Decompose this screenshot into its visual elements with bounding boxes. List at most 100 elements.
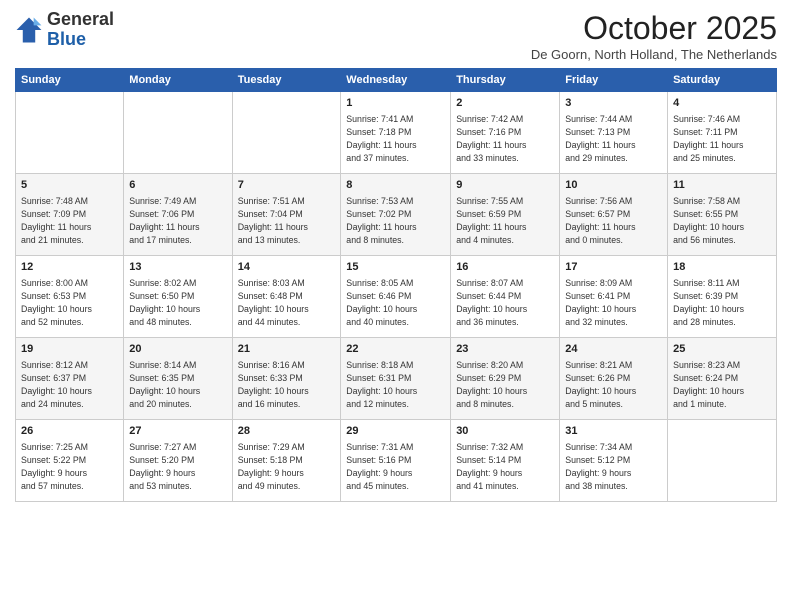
day-info: Sunrise: 7:32 AM Sunset: 5:14 PM Dayligh… xyxy=(456,441,554,492)
day-info: Sunrise: 7:44 AM Sunset: 7:13 PM Dayligh… xyxy=(565,113,662,164)
calendar-cell: 31 Sunrise: 7:34 AM Sunset: 5:12 PM Dayli… xyxy=(560,420,668,502)
day-info: Sunrise: 7:51 AM Sunset: 7:04 PM Dayligh… xyxy=(238,195,336,246)
calendar-cell: 27 Sunrise: 7:27 AM Sunset: 5:20 PM Dayli… xyxy=(124,420,232,502)
column-header-saturday: Saturday xyxy=(668,69,777,92)
calendar-cell: 26Sunrise: 7:25 AM Sunset: 5:22 PM Dayli… xyxy=(16,420,124,502)
calendar-cell: 15 Sunrise: 8:05 AM Sunset: 6:46 PM Dayli… xyxy=(341,256,451,338)
day-info: Sunrise: 7:46 AM Sunset: 7:11 PM Dayligh… xyxy=(673,113,771,164)
logo-icon xyxy=(15,16,43,44)
calendar-cell: 24 Sunrise: 8:21 AM Sunset: 6:26 PM Dayli… xyxy=(560,338,668,420)
calendar-cell xyxy=(668,420,777,502)
day-info: Sunrise: 8:02 AM Sunset: 6:50 PM Dayligh… xyxy=(129,277,226,328)
day-number: 20 xyxy=(129,342,226,357)
calendar-cell: 11 Sunrise: 7:58 AM Sunset: 6:55 PM Dayli… xyxy=(668,174,777,256)
calendar-cell: 18Sunrise: 8:11 AM Sunset: 6:39 PM Dayli… xyxy=(668,256,777,338)
day-number: 15 xyxy=(346,260,445,275)
day-number: 30 xyxy=(456,424,554,439)
calendar-cell: 6 Sunrise: 7:49 AM Sunset: 7:06 PM Daylig… xyxy=(124,174,232,256)
day-number: 17 xyxy=(565,260,662,275)
day-info: Sunrise: 7:29 AM Sunset: 5:18 PM Dayligh… xyxy=(238,441,336,492)
calendar-week-4: 19 Sunrise: 8:12 AM Sunset: 6:37 PM Dayli… xyxy=(16,338,777,420)
day-number: 14 xyxy=(238,260,336,275)
logo-text: General Blue xyxy=(47,10,114,50)
calendar-cell: 28Sunrise: 7:29 AM Sunset: 5:18 PM Dayli… xyxy=(232,420,341,502)
day-info: Sunrise: 7:49 AM Sunset: 7:06 PM Dayligh… xyxy=(129,195,226,246)
day-number: 12 xyxy=(21,260,118,275)
calendar-cell: 13Sunrise: 8:02 AM Sunset: 6:50 PM Dayli… xyxy=(124,256,232,338)
calendar-cell xyxy=(124,92,232,174)
title-block: October 2025 De Goorn, North Holland, Th… xyxy=(531,10,777,62)
day-info: Sunrise: 8:14 AM Sunset: 6:35 PM Dayligh… xyxy=(129,359,226,410)
month-title: October 2025 xyxy=(531,10,777,47)
day-info: Sunrise: 7:56 AM Sunset: 6:57 PM Dayligh… xyxy=(565,195,662,246)
calendar-cell: 25Sunrise: 8:23 AM Sunset: 6:24 PM Dayli… xyxy=(668,338,777,420)
day-number: 7 xyxy=(238,178,336,193)
day-number: 3 xyxy=(565,96,662,111)
day-number: 6 xyxy=(129,178,226,193)
calendar-cell: 1Sunrise: 7:41 AM Sunset: 7:18 PM Daylig… xyxy=(341,92,451,174)
calendar-cell: 20 Sunrise: 8:14 AM Sunset: 6:35 PM Dayli… xyxy=(124,338,232,420)
calendar-cell: 19 Sunrise: 8:12 AM Sunset: 6:37 PM Dayli… xyxy=(16,338,124,420)
day-info: Sunrise: 8:07 AM Sunset: 6:44 PM Dayligh… xyxy=(456,277,554,328)
calendar-cell: 4 Sunrise: 7:46 AM Sunset: 7:11 PM Daylig… xyxy=(668,92,777,174)
day-info: Sunrise: 7:27 AM Sunset: 5:20 PM Dayligh… xyxy=(129,441,226,492)
day-info: Sunrise: 8:05 AM Sunset: 6:46 PM Dayligh… xyxy=(346,277,445,328)
day-number: 23 xyxy=(456,342,554,357)
day-info: Sunrise: 7:25 AM Sunset: 5:22 PM Dayligh… xyxy=(21,441,118,492)
calendar-header-row: SundayMondayTuesdayWednesdayThursdayFrid… xyxy=(16,69,777,92)
day-info: Sunrise: 8:16 AM Sunset: 6:33 PM Dayligh… xyxy=(238,359,336,410)
day-number: 19 xyxy=(21,342,118,357)
calendar-cell: 8Sunrise: 7:53 AM Sunset: 7:02 PM Daylig… xyxy=(341,174,451,256)
column-header-monday: Monday xyxy=(124,69,232,92)
day-number: 4 xyxy=(673,96,771,111)
day-number: 31 xyxy=(565,424,662,439)
calendar-cell: 7 Sunrise: 7:51 AM Sunset: 7:04 PM Daylig… xyxy=(232,174,341,256)
day-number: 21 xyxy=(238,342,336,357)
day-info: Sunrise: 8:20 AM Sunset: 6:29 PM Dayligh… xyxy=(456,359,554,410)
day-info: Sunrise: 8:12 AM Sunset: 6:37 PM Dayligh… xyxy=(21,359,118,410)
day-info: Sunrise: 8:21 AM Sunset: 6:26 PM Dayligh… xyxy=(565,359,662,410)
day-info: Sunrise: 7:55 AM Sunset: 6:59 PM Dayligh… xyxy=(456,195,554,246)
day-number: 5 xyxy=(21,178,118,193)
calendar-cell: 16 Sunrise: 8:07 AM Sunset: 6:44 PM Dayli… xyxy=(451,256,560,338)
day-info: Sunrise: 7:53 AM Sunset: 7:02 PM Dayligh… xyxy=(346,195,445,246)
calendar-table: SundayMondayTuesdayWednesdayThursdayFrid… xyxy=(15,68,777,502)
calendar-cell: 21 Sunrise: 8:16 AM Sunset: 6:33 PM Dayli… xyxy=(232,338,341,420)
calendar-cell: 29Sunrise: 7:31 AM Sunset: 5:16 PM Dayli… xyxy=(341,420,451,502)
day-number: 27 xyxy=(129,424,226,439)
logo: General Blue xyxy=(15,10,114,50)
day-info: Sunrise: 7:48 AM Sunset: 7:09 PM Dayligh… xyxy=(21,195,118,246)
calendar-cell: 14 Sunrise: 8:03 AM Sunset: 6:48 PM Dayli… xyxy=(232,256,341,338)
day-info: Sunrise: 8:03 AM Sunset: 6:48 PM Dayligh… xyxy=(238,277,336,328)
calendar-cell xyxy=(16,92,124,174)
calendar-week-2: 5 Sunrise: 7:48 AM Sunset: 7:09 PM Daylig… xyxy=(16,174,777,256)
calendar-cell: 30 Sunrise: 7:32 AM Sunset: 5:14 PM Dayli… xyxy=(451,420,560,502)
day-number: 24 xyxy=(565,342,662,357)
logo-general-text: General xyxy=(47,9,114,29)
day-info: Sunrise: 7:34 AM Sunset: 5:12 PM Dayligh… xyxy=(565,441,662,492)
calendar-cell xyxy=(232,92,341,174)
day-info: Sunrise: 8:11 AM Sunset: 6:39 PM Dayligh… xyxy=(673,277,771,328)
calendar-week-1: 1Sunrise: 7:41 AM Sunset: 7:18 PM Daylig… xyxy=(16,92,777,174)
column-header-sunday: Sunday xyxy=(16,69,124,92)
calendar-cell: 22 Sunrise: 8:18 AM Sunset: 6:31 PM Dayli… xyxy=(341,338,451,420)
calendar-cell: 2Sunrise: 7:42 AM Sunset: 7:16 PM Daylig… xyxy=(451,92,560,174)
day-info: Sunrise: 7:31 AM Sunset: 5:16 PM Dayligh… xyxy=(346,441,445,492)
day-number: 11 xyxy=(673,178,771,193)
calendar-week-3: 12 Sunrise: 8:00 AM Sunset: 6:53 PM Dayli… xyxy=(16,256,777,338)
day-info: Sunrise: 8:23 AM Sunset: 6:24 PM Dayligh… xyxy=(673,359,771,410)
day-info: Sunrise: 7:42 AM Sunset: 7:16 PM Dayligh… xyxy=(456,113,554,164)
calendar-cell: 12 Sunrise: 8:00 AM Sunset: 6:53 PM Dayli… xyxy=(16,256,124,338)
day-number: 16 xyxy=(456,260,554,275)
day-info: Sunrise: 7:58 AM Sunset: 6:55 PM Dayligh… xyxy=(673,195,771,246)
day-number: 10 xyxy=(565,178,662,193)
day-number: 22 xyxy=(346,342,445,357)
column-header-thursday: Thursday xyxy=(451,69,560,92)
column-header-wednesday: Wednesday xyxy=(341,69,451,92)
calendar-cell: 10 Sunrise: 7:56 AM Sunset: 6:57 PM Dayli… xyxy=(560,174,668,256)
day-info: Sunrise: 8:18 AM Sunset: 6:31 PM Dayligh… xyxy=(346,359,445,410)
day-info: Sunrise: 8:00 AM Sunset: 6:53 PM Dayligh… xyxy=(21,277,118,328)
calendar-cell: 5 Sunrise: 7:48 AM Sunset: 7:09 PM Daylig… xyxy=(16,174,124,256)
subtitle: De Goorn, North Holland, The Netherlands xyxy=(531,47,777,62)
day-info: Sunrise: 8:09 AM Sunset: 6:41 PM Dayligh… xyxy=(565,277,662,328)
